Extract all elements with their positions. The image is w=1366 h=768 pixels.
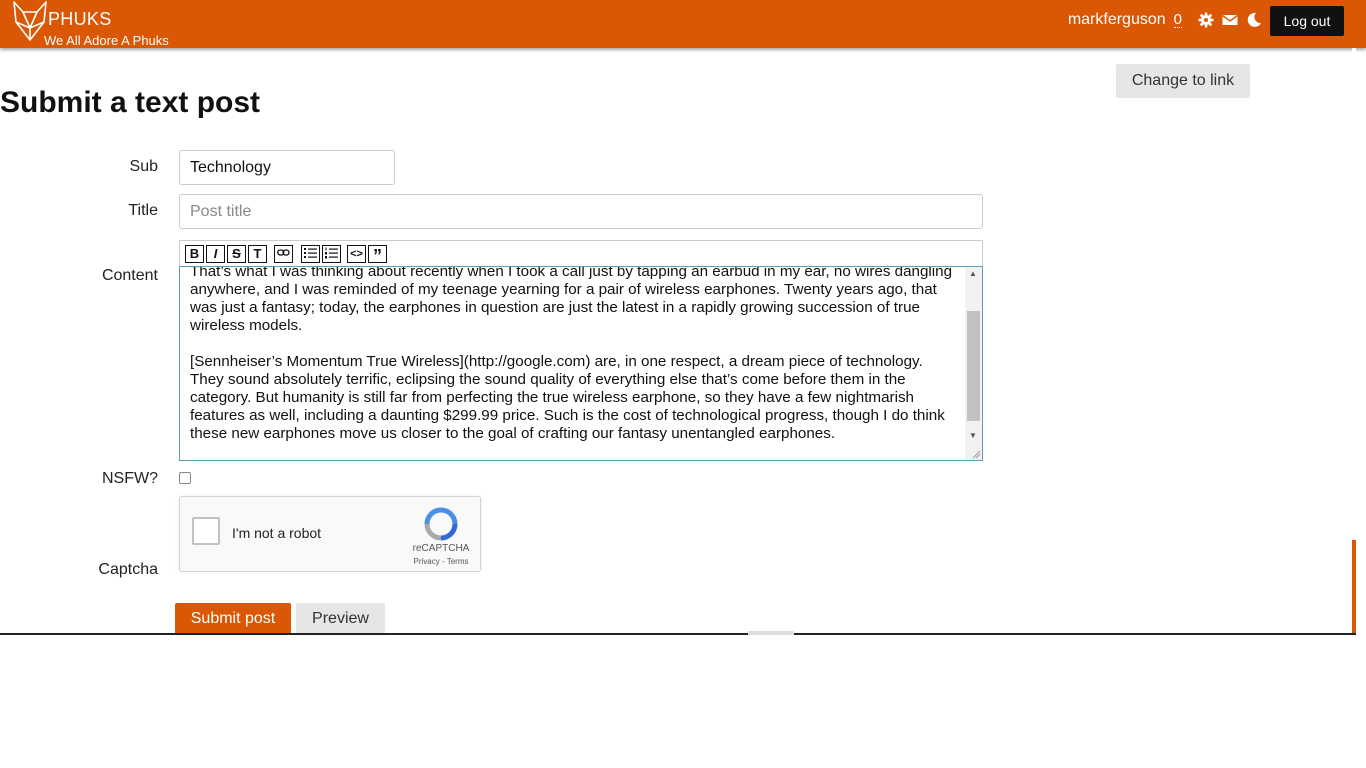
- recaptcha-logo-icon: [424, 507, 458, 541]
- captcha-label: Captcha: [98, 561, 158, 578]
- user-area: markferguson 0: [1068, 0, 1262, 40]
- scroll-down-arrow-icon[interactable]: ▼: [969, 431, 977, 440]
- scroll-thumb[interactable]: [967, 311, 980, 421]
- submit-post-button[interactable]: Submit post: [175, 603, 291, 635]
- recaptcha-checkbox[interactable]: [192, 517, 220, 545]
- content-textarea[interactable]: That’s what I was thinking about recentl…: [179, 266, 983, 461]
- quote-icon[interactable]: ”: [368, 245, 387, 266]
- top-navigation-bar: PHUKS We All Adore A Phuks markferguson …: [0, 0, 1366, 48]
- change-to-link-button[interactable]: Change to link: [1116, 64, 1250, 98]
- recaptcha-terms-link[interactable]: Privacy - Terms: [410, 557, 472, 566]
- mail-icon[interactable]: [1222, 12, 1238, 28]
- content-scrollbar[interactable]: ▲ ▼: [965, 267, 982, 460]
- title-input[interactable]: Post title: [179, 194, 983, 229]
- italic-button[interactable]: I: [206, 245, 225, 263]
- editor-toolbar: B I S T <> ”: [179, 240, 983, 266]
- username-link[interactable]: markferguson: [1068, 11, 1166, 29]
- link-icon[interactable]: [274, 245, 293, 263]
- recaptcha-widget: I'm not a robot reCAPTCHA Privacy - Term…: [179, 496, 481, 572]
- strikethrough-button[interactable]: S: [227, 245, 246, 263]
- heading-button[interactable]: T: [248, 245, 267, 263]
- moon-icon[interactable]: [1246, 12, 1262, 28]
- content-paragraph: That’s what I was thinking about recentl…: [190, 266, 953, 334]
- sub-input[interactable]: Technology: [179, 150, 395, 185]
- site-tagline: We All Adore A Phuks: [44, 33, 169, 48]
- content-label: Content: [101, 267, 158, 284]
- page-title: Submit a text post: [0, 86, 261, 119]
- site-name[interactable]: PHUKS: [48, 9, 112, 30]
- sub-label: Sub: [129, 158, 158, 175]
- content-text: That’s what I was thinking about recentl…: [190, 266, 955, 460]
- user-score[interactable]: 0: [1173, 12, 1182, 28]
- scroll-up-arrow-icon[interactable]: ▲: [969, 269, 977, 278]
- code-icon[interactable]: <>: [347, 245, 366, 263]
- settings-gear-icon[interactable]: [1198, 12, 1214, 28]
- nsfw-label: NSFW?: [102, 470, 158, 487]
- nsfw-checkbox[interactable]: [179, 472, 191, 484]
- logout-button[interactable]: Log out: [1270, 6, 1344, 36]
- recaptcha-brand: reCAPTCHA: [412, 543, 470, 554]
- preview-button[interactable]: Preview: [296, 603, 385, 635]
- title-label: Title: [128, 202, 158, 219]
- bullet-list-icon[interactable]: [301, 245, 320, 263]
- bold-button[interactable]: B: [185, 245, 204, 263]
- numbered-list-icon[interactable]: [322, 245, 341, 263]
- page-edge-accent: [1352, 540, 1356, 635]
- recaptcha-label: I'm not a robot: [232, 525, 322, 541]
- viewport-bottom-border: [0, 633, 1356, 635]
- bottom-tab-marker: [748, 631, 794, 635]
- resize-grip-icon[interactable]: [971, 449, 981, 459]
- content-paragraph: [Sennheiser’s Momentum True Wireless](ht…: [190, 353, 945, 442]
